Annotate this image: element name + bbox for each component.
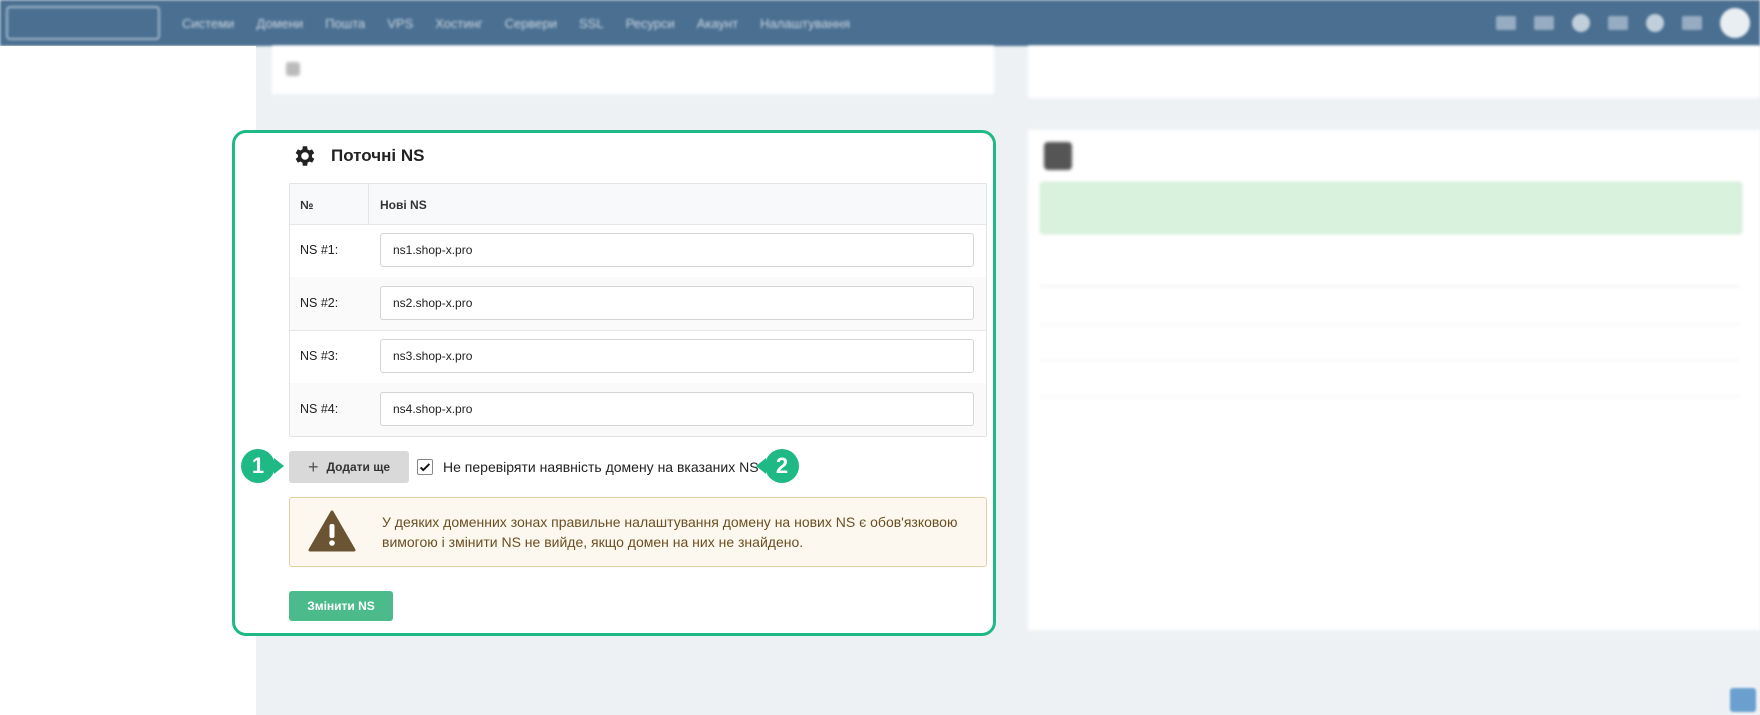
change-ns-button[interactable]: Змінити NS (289, 591, 393, 621)
current-ns-card: Поточні NS № Нові NS NS #1: NS #2: NS #3… (232, 130, 996, 636)
avatar[interactable] (1720, 8, 1750, 38)
ns-table: № Нові NS NS #1: NS #2: NS #3: NS #4: (289, 183, 987, 437)
warning-alert: У деяких доменних зонах правильне налашт… (289, 497, 987, 567)
table-header: № Нові NS (290, 184, 986, 225)
nav-item[interactable]: Хостинг (435, 16, 482, 31)
ns-label: NS #4: (300, 402, 339, 416)
link-icon (286, 62, 300, 76)
table-row: NS #2: (290, 277, 986, 331)
logo[interactable] (6, 6, 160, 40)
table-row: NS #1: (290, 224, 986, 278)
ns1-input[interactable] (380, 233, 974, 267)
notification-icon[interactable] (1572, 14, 1590, 32)
new-ns-card (1028, 130, 1760, 630)
ns4-input[interactable] (380, 392, 974, 426)
step-badge-2: 2 (756, 449, 799, 483)
ns3-input[interactable] (380, 339, 974, 373)
card-title: Поточні NS (331, 146, 425, 165)
mail-icon[interactable] (1534, 16, 1554, 30)
column-header-number: № (300, 198, 314, 212)
success-alert (1040, 182, 1742, 234)
table-header (1040, 252, 1740, 287)
column-header-ns: Нові NS (380, 198, 427, 212)
warning-text: У деяких доменних зонах правильне налашт… (382, 514, 958, 550)
previous-card-right (1028, 46, 1760, 98)
chat-icon[interactable] (1496, 16, 1516, 30)
nav-item[interactable]: Домени (256, 16, 303, 31)
table-row (1040, 360, 1740, 397)
nav-item[interactable]: SSL (579, 16, 604, 31)
ns-label: NS #1: (300, 243, 339, 257)
server-icon (1044, 142, 1072, 170)
table-row: NS #3: (290, 330, 986, 384)
ns-label: NS #2: (300, 296, 339, 310)
nav-item[interactable]: Пошта (325, 16, 365, 31)
ns-label: NS #3: (300, 349, 339, 363)
warning-icon (308, 510, 356, 552)
nav-item[interactable]: Системи (182, 16, 234, 31)
user-icon[interactable] (1646, 14, 1664, 32)
nav-item[interactable]: Ресурси (626, 16, 675, 31)
nav-right (1496, 8, 1760, 38)
scroll-top-button[interactable] (1730, 688, 1756, 712)
top-nav: Системи Домени Пошта VPS Хостинг Сервери… (0, 0, 1760, 46)
gear-icon (295, 146, 315, 166)
checkmark-icon (419, 463, 431, 472)
nav-item[interactable]: Сервери (505, 16, 557, 31)
skip-check-checkbox[interactable] (417, 459, 433, 475)
nav-item[interactable]: Акаунт (697, 16, 738, 31)
balance-icon[interactable] (1682, 16, 1702, 30)
left-sidebar (0, 46, 256, 715)
language-icon[interactable] (1608, 16, 1628, 30)
previous-card (272, 46, 994, 94)
plus-icon: + (307, 457, 319, 477)
nav-item[interactable]: VPS (387, 16, 413, 31)
add-more-button[interactable]: + Додати ще (289, 451, 409, 483)
table-row (1040, 288, 1740, 325)
table-row (1040, 324, 1740, 361)
add-more-label: Додати ще (326, 460, 391, 474)
nav-item[interactable]: Налаштування (760, 16, 850, 31)
step-badge-1: 1 (241, 449, 284, 483)
table-row: NS #4: (290, 383, 986, 436)
skip-check-label[interactable]: Не перевіряти наявність домену на вказан… (443, 459, 759, 475)
ns2-input[interactable] (380, 286, 974, 320)
